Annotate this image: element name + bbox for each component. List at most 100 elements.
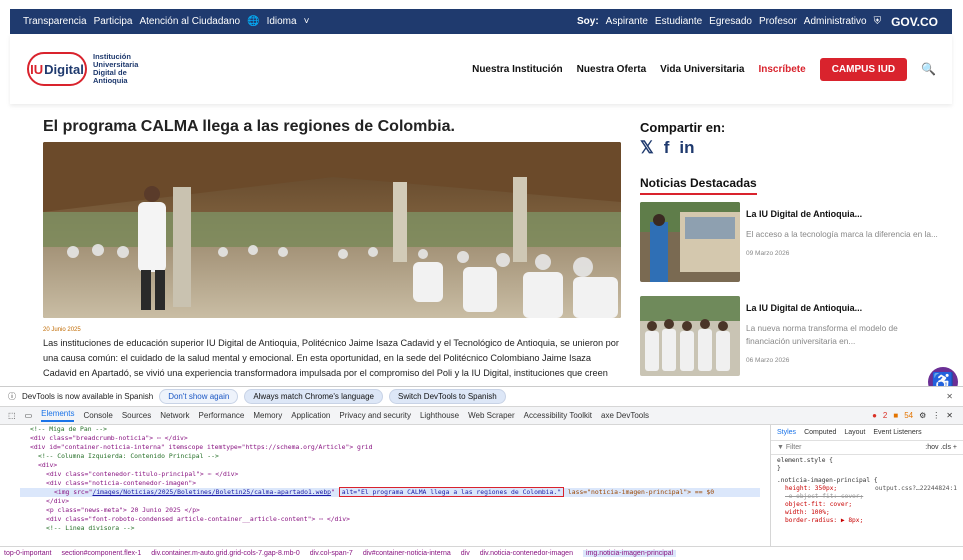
dom-node[interactable]: <div class="font-roboto-condensed articl…: [20, 515, 760, 524]
article-title: El programa CALMA llega a las regiones d…: [43, 118, 455, 135]
linkedin-icon[interactable]: in: [679, 138, 694, 158]
tab-styles[interactable]: Styles: [777, 429, 796, 436]
share-title: Compartir en:: [640, 120, 726, 135]
close-icon[interactable]: ✕: [946, 392, 953, 401]
dom-node[interactable]: </div>: [20, 497, 760, 506]
element-style-rule[interactable]: element.style { }: [771, 455, 963, 475]
news-date: 09 Marzo 2026: [746, 250, 790, 257]
switch-to-spanish-button[interactable]: Switch DevTools to Spanish: [389, 389, 506, 404]
crumb[interactable]: div.noticia-contenedor-imagen: [480, 550, 573, 557]
dom-node[interactable]: <!-- Linea divisora -->: [20, 524, 760, 533]
error-icon: ●: [872, 411, 877, 420]
campus-iud-button[interactable]: CAMPUS IUD: [819, 57, 908, 81]
role-estudiante[interactable]: Estudiante: [655, 16, 702, 27]
more-options-icon[interactable]: ⋮: [932, 411, 940, 420]
logo-text: Institución Universitaria Digital de Ant…: [93, 52, 139, 85]
article-hero-image: [43, 142, 621, 318]
role-administrativo[interactable]: Administrativo: [804, 16, 867, 27]
news-title[interactable]: La IU Digital de Antioquia...: [746, 303, 940, 313]
elements-tree[interactable]: <!-- Miga de Pan --> <div class="breadcr…: [0, 425, 760, 546]
inspect-icon[interactable]: ⬚: [8, 411, 16, 420]
crumb[interactable]: div#container-noticia-interna: [363, 550, 451, 557]
tab-web-scraper[interactable]: Web Scraper: [468, 411, 515, 420]
tab-lighthouse[interactable]: Lighthouse: [420, 411, 459, 420]
dom-breadcrumb: top-0-important section#component.flex-1…: [0, 546, 963, 560]
dont-show-again-button[interactable]: Don't show again: [159, 389, 239, 404]
featured-news-title: Noticias Destacadas: [640, 176, 757, 195]
tab-application[interactable]: Application: [291, 411, 330, 420]
highlighted-alt-attribute[interactable]: alt="El programa CALMA llega a las regio…: [338, 487, 565, 497]
crumb[interactable]: div: [461, 550, 470, 557]
role-egresado[interactable]: Egresado: [709, 16, 752, 27]
shield-icon: ⛨: [873, 16, 882, 27]
tab-performance[interactable]: Performance: [199, 411, 245, 420]
dom-node[interactable]: <div class="contenedor-titulo-principal"…: [20, 470, 760, 479]
dom-node[interactable]: <!-- Columna Izquierda: Contenido Princi…: [20, 452, 760, 461]
featured-news-item[interactable]: La IU Digital de Antioquia... El acceso …: [640, 202, 940, 282]
error-count[interactable]: 2: [883, 411, 887, 420]
news-date: 06 Marzo 2026: [746, 357, 790, 364]
crumb[interactable]: top-0-important: [4, 550, 51, 557]
tab-sources[interactable]: Sources: [122, 411, 151, 420]
dom-node[interactable]: <!-- Miga de Pan -->: [20, 425, 760, 434]
dom-node[interactable]: <div>: [20, 461, 760, 470]
news-desc: El acceso a la tecnología marca la difer…: [746, 229, 938, 239]
soy-label: Soy:: [576, 16, 599, 27]
crumb-selected[interactable]: img.noticia-imagen-principal: [582, 550, 677, 557]
search-icon[interactable]: 🔍: [921, 62, 936, 76]
device-toolbar-icon[interactable]: ▭: [25, 411, 33, 420]
gear-icon[interactable]: ⚙: [919, 411, 926, 420]
gov-top-bar: Transparencia Participa Atención al Ciud…: [10, 9, 952, 34]
styles-filter-actions[interactable]: :hov .cls +: [925, 444, 957, 451]
tab-layout[interactable]: Layout: [844, 429, 865, 436]
role-aspirante[interactable]: Aspirante: [606, 16, 648, 27]
news-desc: La nueva norma transforma el modelo de f…: [746, 323, 898, 346]
img-src-link[interactable]: /images/Noticias/2025/Boletines/Boletin2…: [92, 488, 331, 496]
crumb[interactable]: div.col-span-7: [310, 550, 353, 557]
nav-vida-universitaria[interactable]: Vida Universitaria: [660, 64, 744, 75]
notice-text: DevTools is now available in Spanish: [22, 392, 154, 401]
tab-axe-devtools[interactable]: axe DevTools: [601, 411, 649, 420]
iu-digital-logo[interactable]: IU Digital Institución Universitaria Digi…: [27, 52, 138, 86]
featured-news-item[interactable]: La IU Digital de Antioquia... La nueva n…: [640, 296, 940, 376]
nav-nuestra-institucion[interactable]: Nuestra Institución: [472, 64, 563, 75]
selected-dom-node[interactable]: <img src="/images/Noticias/2025/Boletine…: [20, 487, 760, 497]
article-body: Las instituciones de educación superior …: [43, 338, 619, 378]
site-header: IU Digital Institución Universitaria Digi…: [10, 34, 952, 104]
dom-node[interactable]: <div id="container-noticia-interna" item…: [20, 443, 760, 452]
tab-accessibility-toolkit[interactable]: Accessibility Toolkit: [524, 411, 592, 420]
logo-mark: IU Digital: [27, 52, 87, 86]
role-profesor[interactable]: Profesor: [759, 16, 797, 27]
tab-elements[interactable]: Elements: [41, 409, 75, 422]
tab-computed[interactable]: Computed: [804, 429, 836, 436]
nav-inscribete[interactable]: Inscríbete: [758, 64, 805, 75]
facebook-icon[interactable]: f: [664, 138, 670, 158]
share-links: 𝕏 f in: [640, 138, 694, 158]
link-transparencia[interactable]: Transparencia: [23, 16, 87, 27]
close-devtools-icon[interactable]: ✕: [946, 411, 953, 420]
styles-filter-input[interactable]: Filter: [786, 444, 802, 451]
link-atencion[interactable]: Atención al Ciudadano: [139, 16, 240, 27]
rule-source-link[interactable]: output.css?…22244824:1: [875, 485, 957, 493]
tab-console[interactable]: Console: [83, 411, 112, 420]
link-participa[interactable]: Participa: [94, 16, 133, 27]
dom-node[interactable]: <div class="breadcrumb-noticia"> ⋯ </div…: [20, 434, 760, 443]
always-match-language-button[interactable]: Always match Chrome's language: [244, 389, 384, 404]
x-icon[interactable]: 𝕏: [640, 138, 654, 158]
crumb[interactable]: section#component.flex-1: [61, 550, 141, 557]
language-menu[interactable]: Idioma: [267, 16, 297, 27]
nav-nuestra-oferta[interactable]: Nuestra Oferta: [577, 64, 646, 75]
tab-event-listeners[interactable]: Event Listeners: [873, 429, 921, 436]
tab-privacy-security[interactable]: Privacy and security: [339, 411, 411, 420]
warning-count[interactable]: 54: [904, 411, 913, 420]
crumb[interactable]: div.container.m-auto.grid.grid-cols-7.ga…: [151, 550, 300, 557]
tab-network[interactable]: Network: [160, 411, 189, 420]
dom-node[interactable]: <p class="news-meta"> 20 Junio 2025 </p>: [20, 506, 760, 515]
devtools-tab-bar: ⬚ ▭ Elements Console Sources Network Per…: [0, 406, 963, 425]
gov-co-logo[interactable]: GOV.CO: [891, 15, 938, 29]
main-nav: Nuestra Institución Nuestra Oferta Vida …: [472, 57, 952, 81]
news-title[interactable]: La IU Digital de Antioquia...: [746, 209, 938, 219]
news-thumbnail: [640, 202, 740, 282]
tab-memory[interactable]: Memory: [253, 411, 282, 420]
css-rule[interactable]: .noticia-imagen-principal { output.css?……: [771, 475, 963, 527]
